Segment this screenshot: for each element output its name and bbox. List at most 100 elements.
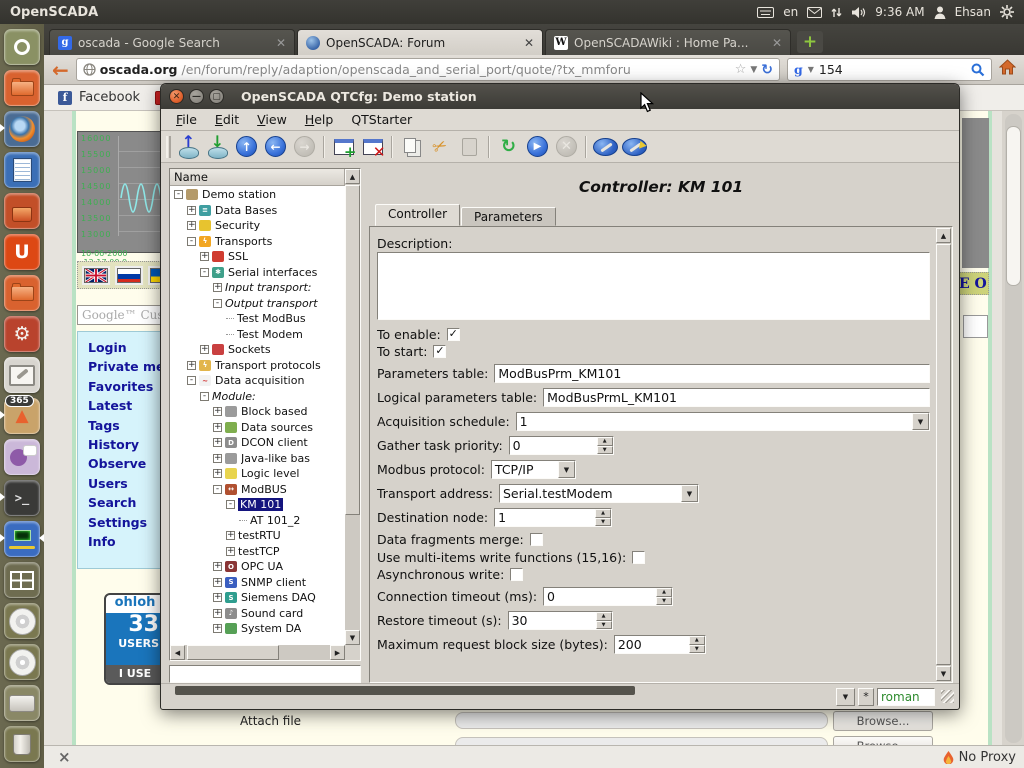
- home-button-icon[interactable]: [999, 59, 1016, 80]
- addon-bar-close-icon[interactable]: ×: [58, 748, 71, 766]
- combo-arrow-icon[interactable]: ▼: [558, 461, 575, 478]
- tree-item-testrtu[interactable]: +testRTU: [170, 528, 345, 544]
- tree-item-security[interactable]: +Security: [170, 218, 345, 234]
- collapse-minus-icon[interactable]: -: [213, 299, 222, 308]
- bookmark-star-icon[interactable]: ☆: [735, 62, 747, 77]
- volume-icon[interactable]: [851, 6, 866, 19]
- tree-item-output-transport[interactable]: -Output transport: [170, 296, 345, 312]
- scroll-left-icon[interactable]: ◀: [170, 645, 185, 660]
- expand-plus-icon[interactable]: +: [213, 454, 222, 463]
- max-request-block-spinner[interactable]: 200▲▼: [614, 635, 706, 654]
- toolbar-qtstarter-tool-button[interactable]: [591, 133, 620, 160]
- expand-plus-icon[interactable]: +: [213, 283, 222, 292]
- spin-up-icon[interactable]: ▲: [689, 636, 705, 645]
- spin-up-icon[interactable]: ▲: [656, 588, 672, 597]
- tree-item-test-modbus[interactable]: Test ModBus: [170, 311, 345, 327]
- tree-item-system-da[interactable]: +System DA: [170, 621, 345, 637]
- restore-timeout-spinner[interactable]: 30▲▼: [508, 611, 613, 630]
- ohloh-badge[interactable]: ohloh 33USERS I USE: [104, 593, 166, 685]
- launcher-ubuntu-one[interactable]: U: [4, 234, 40, 270]
- toolbar-go-back-button[interactable]: ←: [261, 133, 290, 160]
- resize-grip[interactable]: [941, 690, 954, 703]
- session-gear-icon[interactable]: [1000, 5, 1014, 19]
- keyboard-layout[interactable]: en: [783, 5, 798, 19]
- launcher-system-settings[interactable]: ⚙: [4, 316, 40, 352]
- page-scrollbar[interactable]: [1005, 114, 1022, 743]
- menu-view[interactable]: View: [248, 110, 296, 129]
- tree-vscroll-thumb[interactable]: [345, 185, 360, 515]
- destination-node-spinner[interactable]: 1▲▼: [494, 508, 612, 527]
- collapse-minus-icon[interactable]: -: [200, 392, 209, 401]
- tree-item-ssl[interactable]: +SSL: [170, 249, 345, 265]
- expand-plus-icon[interactable]: +: [213, 407, 222, 416]
- menu-file[interactable]: File: [167, 110, 206, 129]
- tree-item-data-acquisition[interactable]: -~Data acquisition: [170, 373, 345, 389]
- logical-parameters-table-input[interactable]: [543, 388, 930, 407]
- expand-plus-icon[interactable]: +: [200, 252, 209, 261]
- to-start-checkbox[interactable]: [433, 345, 446, 358]
- expand-plus-icon[interactable]: +: [213, 562, 222, 571]
- spin-down-icon[interactable]: ▼: [597, 446, 613, 455]
- toolbar-load-from-db-button[interactable]: ↑: [174, 133, 203, 160]
- tree-item-data-sources[interactable]: +Data sources: [170, 420, 345, 436]
- menu-qtstarter[interactable]: QTStarter: [342, 110, 421, 129]
- transport-address-combo[interactable]: Serial.testModem▼: [499, 484, 699, 503]
- tree-item-snmp-client[interactable]: +SSNMP client: [170, 575, 345, 591]
- tree-item-transport-protocols[interactable]: +ϟTransport protocols: [170, 358, 345, 374]
- tree-item-sound-card[interactable]: +♪Sound card: [170, 606, 345, 622]
- expand-plus-icon[interactable]: +: [213, 469, 222, 478]
- google-engine-icon[interactable]: g: [794, 62, 803, 77]
- tree-horizontal-scrollbar[interactable]: ◀ ▶: [170, 645, 345, 660]
- collapse-minus-icon[interactable]: -: [187, 376, 196, 385]
- window-maximize-icon[interactable]: ▢: [209, 89, 224, 104]
- menu-edit[interactable]: Edit: [206, 110, 248, 129]
- tab-controller[interactable]: Controller: [375, 204, 460, 226]
- launcher-update-manager[interactable]: ▲365: [4, 398, 40, 434]
- attach-file-input-2[interactable]: [455, 737, 828, 745]
- launcher-dash-home[interactable]: [4, 29, 40, 65]
- expand-plus-icon[interactable]: +: [213, 423, 222, 432]
- expand-plus-icon[interactable]: +: [200, 345, 209, 354]
- launcher-files[interactable]: [4, 70, 40, 106]
- scroll-down-icon[interactable]: ▼: [936, 666, 951, 681]
- tab-close-icon[interactable]: ✕: [772, 36, 782, 50]
- toolbar-save-to-db-button[interactable]: ↓: [203, 133, 232, 160]
- spin-up-icon[interactable]: ▲: [596, 612, 612, 621]
- acquisition-schedule-combo[interactable]: 1▼: [516, 412, 930, 431]
- scroll-right-icon[interactable]: ▶: [330, 645, 345, 660]
- expand-plus-icon[interactable]: +: [187, 221, 196, 230]
- tab-close-icon[interactable]: ✕: [276, 36, 286, 50]
- toolbar-cut-item-button[interactable]: ✂: [426, 133, 455, 160]
- toolbar-delete-item-button[interactable]: ✕: [358, 133, 387, 160]
- tree-item-km-101[interactable]: -KM 101: [170, 497, 345, 513]
- tree-item-test-modem[interactable]: Test Modem: [170, 327, 345, 343]
- sync-arrows-icon[interactable]: [831, 6, 842, 19]
- expand-plus-icon[interactable]: +: [187, 361, 196, 370]
- status-user-field[interactable]: roman: [877, 688, 935, 706]
- tree-item-data-bases[interactable]: +≡Data Bases: [170, 203, 345, 219]
- data-fragments-merge-checkbox[interactable]: [530, 533, 543, 546]
- clock[interactable]: 9:36 AM: [875, 5, 924, 19]
- spin-up-icon[interactable]: ▲: [597, 437, 613, 446]
- back-button[interactable]: ←: [52, 60, 69, 80]
- spin-down-icon[interactable]: ▼: [689, 645, 705, 654]
- url-bar[interactable]: oscada.org/en/forum/reply/adaption/opens…: [76, 58, 780, 81]
- collapse-minus-icon[interactable]: -: [213, 485, 222, 494]
- page-scrollbar-thumb[interactable]: [1006, 126, 1021, 286]
- collapse-minus-icon[interactable]: -: [226, 500, 235, 509]
- tree-item-java-like-bas[interactable]: +Java-like bas: [170, 451, 345, 467]
- modbus-protocol-combo[interactable]: TCP/IP▼: [491, 460, 576, 479]
- collapse-minus-icon[interactable]: -: [187, 237, 196, 246]
- tree-item-siemens-daq[interactable]: +SSiemens DAQ: [170, 590, 345, 606]
- spin-down-icon[interactable]: ▼: [595, 518, 611, 527]
- connection-timeout-spinner[interactable]: 0▲▼: [543, 587, 673, 606]
- scroll-down-icon[interactable]: ▼: [345, 630, 360, 645]
- tree-item-dcon-client[interactable]: +DDCON client: [170, 435, 345, 451]
- expand-plus-icon[interactable]: +: [213, 578, 222, 587]
- tab-parameters[interactable]: Parameters: [461, 207, 556, 226]
- description-textarea[interactable]: [377, 252, 930, 320]
- browse-button-2[interactable]: Browse...: [833, 736, 933, 745]
- tree-item-transports[interactable]: -ϟTransports: [170, 234, 345, 250]
- toolbar-refresh-button[interactable]: ↻: [494, 133, 523, 160]
- mail-icon[interactable]: [807, 7, 822, 18]
